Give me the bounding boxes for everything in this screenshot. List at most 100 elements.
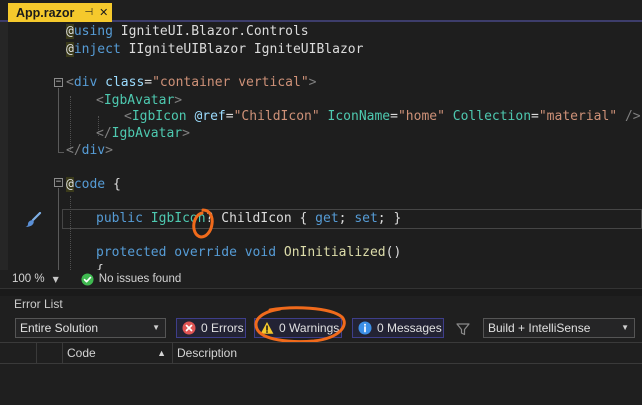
tag-bracket: </: [96, 126, 112, 141]
tag-bracket: <: [66, 75, 74, 90]
column-header-description[interactable]: Description: [172, 343, 642, 364]
code-line-12: public IgbIcon? ChildIcon { get; set; }: [96, 209, 642, 229]
error-list-title: Error List: [14, 297, 63, 311]
column-header-flag[interactable]: [36, 343, 62, 364]
build-filter-value: Build + IntelliSense: [488, 321, 591, 335]
messages-filter-button[interactable]: 0 Messages: [352, 318, 444, 338]
code-text: =: [225, 109, 234, 124]
tag-bracket: <: [96, 93, 104, 108]
tag-bracket: >: [105, 143, 113, 158]
attr-name: @: [186, 109, 203, 124]
code-text: {: [96, 263, 104, 270]
errors-filter-button[interactable]: 0 Errors: [176, 318, 246, 338]
column-header-code[interactable]: Code ▲: [62, 343, 172, 364]
error-list-header: Code ▲ Description: [0, 342, 642, 364]
keyword: set: [354, 211, 378, 226]
messages-count-label: 0 Messages: [377, 321, 442, 335]
annotation-circle: [254, 306, 346, 344]
error-list-body[interactable]: [0, 364, 642, 405]
code-text: (): [385, 245, 402, 260]
build-filter-dropdown[interactable]: Build + IntelliSense ▼: [483, 318, 635, 338]
editor-margin: [0, 22, 8, 270]
attr-value: "material": [538, 109, 618, 124]
tag-bracket: </: [66, 143, 82, 158]
attr-name: class: [97, 75, 145, 90]
errors-count-label: 0 Errors: [201, 321, 244, 335]
chevron-down-icon: ▼: [152, 323, 160, 332]
code-line-1: @using IgniteUI.Blazor.Controls: [66, 22, 642, 42]
check-circle-icon[interactable]: [81, 272, 94, 286]
method-name: OnInitialized: [276, 245, 386, 260]
keyword: void: [236, 245, 277, 260]
column-header-description-label: Description: [177, 346, 238, 360]
pin-icon[interactable]: ⊣: [84, 7, 93, 18]
filter-icon[interactable]: [456, 323, 470, 336]
code-text: ;: [338, 211, 355, 226]
attr-name: ref: [202, 109, 226, 124]
code-line-2: @inject IIgniteUIBlazor IgniteUIBlazor: [66, 40, 642, 60]
chevron-down-icon[interactable]: ▼: [53, 275, 59, 284]
attr-value: "home": [397, 109, 445, 124]
code-line-15: {: [96, 261, 642, 270]
zoom-level[interactable]: 100 %: [12, 273, 45, 285]
keyword: get: [315, 211, 339, 226]
tag-name: div: [73, 75, 98, 90]
attr-name: IconName: [319, 109, 391, 124]
close-icon[interactable]: ✕: [99, 6, 108, 19]
column-header-code-label: Code: [67, 346, 96, 360]
code-text: ? ChildIcon {: [205, 211, 316, 226]
attr-name: Collection: [444, 109, 532, 124]
tag-bracket: >: [308, 75, 317, 90]
code-line-4: <div class="container vertical">: [66, 73, 642, 93]
document-tab-strip: App.razor ⊣ ✕: [0, 0, 642, 22]
razor-at: @: [66, 177, 74, 192]
keyword: code: [73, 177, 106, 192]
info-icon: [358, 321, 372, 335]
issues-status[interactable]: No issues found: [99, 273, 181, 285]
tab-app-razor[interactable]: App.razor ⊣ ✕: [8, 3, 112, 22]
collapse-toggle-code[interactable]: −: [54, 178, 63, 187]
keyword: public: [96, 211, 143, 226]
annotation-circle: [192, 208, 214, 239]
panel-splitter[interactable]: [0, 288, 642, 296]
code-text: {: [105, 177, 121, 192]
tag-bracket: <: [124, 109, 132, 124]
code-text: =: [144, 75, 153, 90]
code-line-8: </div>: [66, 141, 642, 161]
code-text: IIgniteUIBlazor IgniteUIBlazor: [120, 42, 364, 57]
keyword: protected: [96, 245, 167, 260]
attr-value: "ChildIcon": [233, 109, 320, 124]
keyword: inject: [73, 42, 121, 57]
razor-at: @: [66, 24, 74, 39]
component-name: IgbAvatar: [111, 126, 183, 141]
scope-value: Entire Solution: [20, 321, 99, 335]
keyword: using: [73, 24, 113, 39]
code-text: IgniteUI.Blazor.Controls: [112, 24, 309, 39]
component-name: IgbAvatar: [103, 93, 175, 108]
collapse-toggle-div[interactable]: −: [54, 78, 63, 87]
tab-title: App.razor: [16, 5, 75, 20]
tag-bracket: >: [174, 93, 183, 108]
attr-value: "container vertical": [152, 75, 309, 90]
tag-bracket: />: [617, 109, 641, 124]
chevron-down-icon: ▼: [621, 323, 629, 332]
component-name: IgbIcon: [131, 109, 187, 124]
editor-status-bar: 100 % ▼ No issues found: [0, 270, 642, 288]
fold-guide: [58, 188, 59, 270]
scope-dropdown[interactable]: Entire Solution ▼: [15, 318, 166, 338]
code-line-14: protected override void OnInitialized(): [96, 243, 642, 263]
code-line-10: @code {: [66, 175, 642, 195]
code-text: ; }: [377, 211, 402, 226]
tag-name: div: [81, 143, 106, 158]
code-text: =: [531, 109, 539, 124]
code-text: =: [390, 109, 398, 124]
code-editor[interactable]: − − @using IgniteUI.Blazor.Controls @inj…: [0, 22, 642, 270]
fold-guide: [58, 88, 59, 152]
fold-guide-end: [58, 152, 64, 153]
tag-bracket: >: [182, 126, 190, 141]
quick-actions-brush-icon[interactable]: [24, 212, 42, 228]
razor-at: @: [66, 42, 74, 57]
error-icon: [182, 321, 196, 335]
keyword: override: [166, 245, 237, 260]
sort-ascending-icon: ▲: [157, 348, 166, 358]
